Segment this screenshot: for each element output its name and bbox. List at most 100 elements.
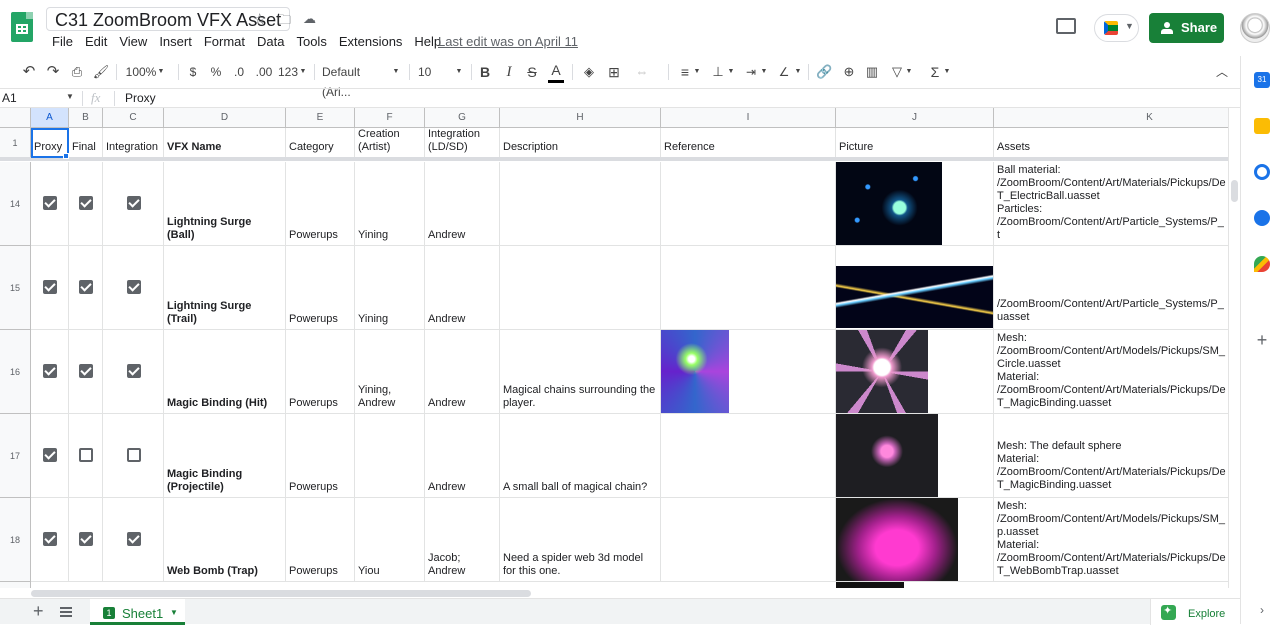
cell-g15[interactable]: Andrew — [425, 246, 500, 330]
menu-data[interactable]: Data — [251, 33, 290, 51]
menu-tools[interactable]: Tools — [290, 33, 332, 51]
chart-icon[interactable]: ▥ — [864, 62, 880, 82]
cell-i18[interactable] — [661, 498, 836, 582]
cell-j17[interactable] — [836, 414, 994, 498]
currency-format-button[interactable]: $ — [186, 62, 200, 82]
cell-b15[interactable] — [69, 246, 103, 330]
cell-e17[interactable]: Powerups — [286, 414, 355, 498]
cell-c14[interactable] — [103, 162, 164, 246]
cell-k14[interactable]: Ball material: /ZoomBroom/Content/Art/Ma… — [994, 162, 1228, 246]
cell-j15[interactable] — [836, 246, 994, 330]
select-all-corner[interactable] — [0, 108, 31, 128]
cell-g16[interactable]: Andrew — [425, 330, 500, 414]
cell-j18[interactable] — [836, 498, 994, 582]
picture-image[interactable] — [836, 162, 942, 245]
increase-decimal-button[interactable]: .00 — [253, 62, 275, 82]
row-header-15[interactable]: 15 — [0, 246, 31, 330]
menu-extensions[interactable]: Extensions — [333, 33, 409, 51]
decrease-decimal-button[interactable]: .0 — [230, 62, 248, 82]
comment-history-icon[interactable] — [1056, 18, 1076, 34]
cell-a18[interactable] — [31, 498, 69, 582]
checkbox-final[interactable] — [79, 448, 93, 462]
cell-k16[interactable]: Mesh: /ZoomBroom/Content/Art/Models/Pick… — [994, 330, 1228, 414]
cell-b14[interactable] — [69, 162, 103, 246]
cell-f14[interactable]: Yining — [355, 162, 425, 246]
cell-b16[interactable] — [69, 330, 103, 414]
header-cell-creation[interactable]: Creation (Artist) — [355, 128, 425, 158]
cell-i15[interactable] — [661, 246, 836, 330]
cell-d17[interactable]: Magic Binding (Projectile) — [164, 414, 286, 498]
font-family-select[interactable]: Default (Ari... — [322, 62, 392, 99]
checkbox-proxy[interactable] — [43, 280, 57, 294]
reference-image[interactable] — [661, 330, 729, 413]
header-cell-description[interactable]: Description — [500, 128, 661, 158]
cell-d16[interactable]: Magic Binding (Hit) — [164, 330, 286, 414]
header-cell-reference[interactable]: Reference — [661, 128, 836, 158]
cell-g17[interactable]: Andrew — [425, 414, 500, 498]
row-header-14[interactable]: 14 — [0, 162, 31, 246]
print-icon[interactable]: ⎙ — [68, 62, 86, 82]
cell-f16[interactable]: Yining, Andrew — [355, 330, 425, 414]
row-header-1[interactable]: 1 — [0, 128, 31, 158]
checkbox-final[interactable] — [79, 280, 93, 294]
cell-d15[interactable]: Lightning Surge (Trail) — [164, 246, 286, 330]
explore-button[interactable]: Explore — [1150, 599, 1240, 625]
cell-h18[interactable]: Need a spider web 3d model for this one. — [500, 498, 661, 582]
horizontal-scroll-thumb[interactable] — [31, 590, 531, 597]
cell-h15[interactable] — [500, 246, 661, 330]
percent-format-button[interactable]: % — [208, 62, 224, 82]
cell-b17[interactable] — [69, 414, 103, 498]
avatar[interactable] — [1240, 13, 1270, 43]
cell-b18[interactable] — [69, 498, 103, 582]
row-header-next[interactable] — [0, 582, 31, 588]
move-folder-icon[interactable]: 🗀 — [278, 11, 291, 33]
header-cell-assets[interactable]: Assets — [994, 128, 1228, 158]
header-cell-vfx-name[interactable]: VFX Name — [164, 128, 286, 158]
column-header-j[interactable]: J — [836, 108, 994, 128]
picture-image[interactable] — [836, 414, 938, 497]
italic-button[interactable]: I — [502, 62, 516, 82]
all-sheets-icon[interactable] — [60, 607, 72, 617]
tasks-icon[interactable] — [1254, 164, 1270, 180]
vertical-align-icon[interactable]: ⊥ — [710, 62, 726, 82]
cell-e18[interactable]: Powerups — [286, 498, 355, 582]
add-addon-icon[interactable]: + — [1254, 331, 1270, 349]
horizontal-scrollbar[interactable] — [31, 588, 1228, 598]
cell-c16[interactable] — [103, 330, 164, 414]
cell-h16[interactable]: Magical chains surrounding the player. — [500, 330, 661, 414]
calendar-icon[interactable]: 31 — [1254, 72, 1270, 88]
header-cell-final[interactable]: Final — [69, 128, 103, 158]
header-cell-picture[interactable]: Picture — [836, 128, 994, 158]
checkbox-proxy[interactable] — [43, 364, 57, 378]
picture-image[interactable] — [836, 330, 928, 413]
checkbox-proxy[interactable] — [43, 196, 57, 210]
merge-icon[interactable]: ⇔ — [631, 62, 653, 82]
checkbox-final[interactable] — [79, 196, 93, 210]
chevron-down-icon[interactable]: ▼ — [170, 608, 178, 617]
font-size-select[interactable]: 10 — [418, 62, 438, 82]
cell-j14[interactable] — [836, 162, 994, 246]
menu-edit[interactable]: Edit — [79, 33, 113, 51]
keep-icon[interactable] — [1254, 118, 1270, 134]
link-icon[interactable]: 🔗 — [816, 62, 832, 82]
cell-k18[interactable]: Mesh: /ZoomBroom/Content/Art/Models/Pick… — [994, 498, 1228, 582]
filter-icon[interactable]: ▽ — [889, 62, 905, 82]
checkbox-proxy[interactable] — [43, 448, 57, 462]
row-header-16[interactable]: 16 — [0, 330, 31, 414]
column-header-e[interactable]: E — [286, 108, 355, 128]
cell-c17[interactable] — [103, 414, 164, 498]
chevron-right-icon[interactable]: › — [1254, 602, 1270, 618]
zoom-select[interactable]: 100% — [124, 62, 158, 82]
cell-g14[interactable]: Andrew — [425, 162, 500, 246]
checkbox-integration[interactable] — [127, 532, 141, 546]
cell-f18[interactable]: Yiou — [355, 498, 425, 582]
header-cell-integration-ld[interactable]: Integration (LD/SD) — [425, 128, 500, 158]
meet-button[interactable]: ▼ — [1094, 14, 1139, 42]
vertical-scrollbar[interactable] — [1228, 108, 1240, 588]
cell-c18[interactable] — [103, 498, 164, 582]
cell-f15[interactable]: Yining — [355, 246, 425, 330]
checkbox-integration[interactable] — [127, 196, 141, 210]
share-button[interactable]: Share — [1149, 13, 1224, 43]
row-header-17[interactable]: 17 — [0, 414, 31, 498]
checkbox-integration[interactable] — [127, 448, 141, 462]
